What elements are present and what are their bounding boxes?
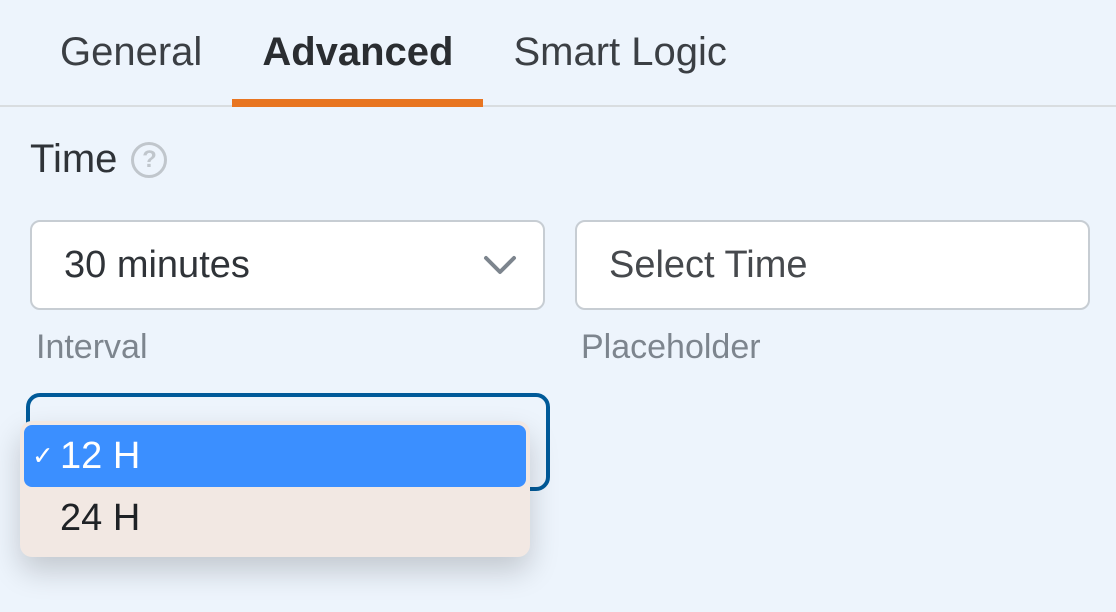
tab-general[interactable]: General xyxy=(30,0,232,105)
help-icon[interactable]: ? xyxy=(131,142,167,178)
tabs-bar: General Advanced Smart Logic xyxy=(0,0,1116,107)
section-header: Time ? xyxy=(30,137,1086,182)
interval-select[interactable]: 30 minutes xyxy=(30,220,545,310)
controls-row: 30 minutes Interval ✓ 12 H 24 H xyxy=(30,220,1086,399)
chevron-down-icon xyxy=(483,248,517,282)
time-section: Time ? 30 minutes Interval ✓ 12 H xyxy=(0,107,1116,399)
placeholder-label: Placeholder xyxy=(575,328,1090,367)
dropdown-option-12h-label: 12 H xyxy=(60,435,140,478)
interval-select-value: 30 minutes xyxy=(64,244,250,287)
interval-column: 30 minutes Interval ✓ 12 H 24 H xyxy=(30,220,545,399)
dropdown-option-24h-label: 24 H xyxy=(60,497,140,540)
interval-label: Interval xyxy=(30,328,545,367)
format-dropdown: ✓ 12 H 24 H xyxy=(20,421,530,557)
check-icon: ✓ xyxy=(32,441,54,472)
tab-smart-logic[interactable]: Smart Logic xyxy=(483,0,756,105)
placeholder-input-value: Select Time xyxy=(609,244,808,287)
tab-advanced[interactable]: Advanced xyxy=(232,0,483,105)
dropdown-option-12h[interactable]: ✓ 12 H xyxy=(24,425,526,487)
section-title: Time xyxy=(30,137,117,182)
dropdown-option-24h[interactable]: 24 H xyxy=(24,487,526,549)
placeholder-input[interactable]: Select Time xyxy=(575,220,1090,310)
placeholder-column: Select Time Placeholder xyxy=(575,220,1090,399)
